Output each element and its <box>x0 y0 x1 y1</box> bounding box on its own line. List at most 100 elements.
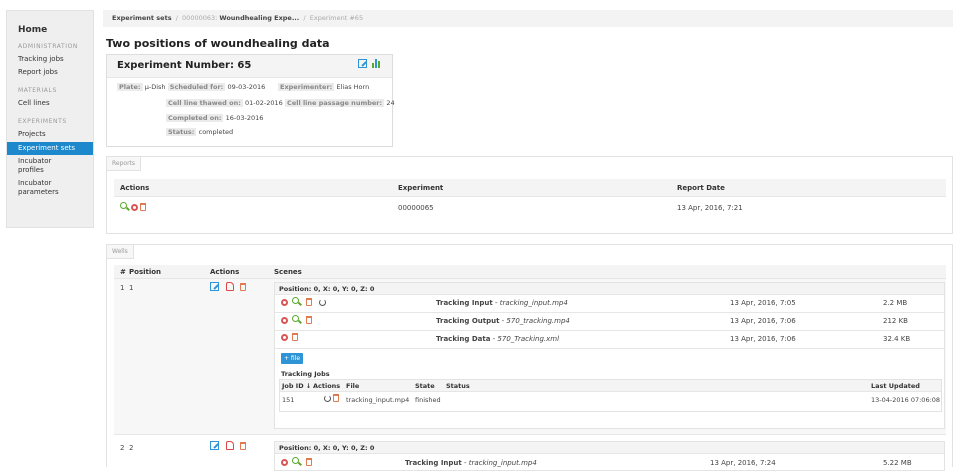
add-file-button[interactable]: + file <box>281 353 303 364</box>
report-row-experiment[interactable]: 00000065 <box>398 204 434 212</box>
wells-col-num: # <box>120 268 126 276</box>
file-type: Tracking Input <box>436 299 493 307</box>
completed-value: 16-03-2016 <box>225 114 264 122</box>
jobs-col-state: State <box>415 382 435 390</box>
refresh-icon[interactable] <box>324 395 331 402</box>
breadcrumb-set-link[interactable]: Woundhealing Expe... <box>219 14 299 22</box>
file-size: 5.22 MB <box>883 459 912 467</box>
sidebar-item-experiment-sets[interactable]: Experiment sets <box>7 142 93 155</box>
report-icon[interactable] <box>281 299 288 306</box>
sidebar-item-incubator-profiles[interactable]: Incubator profiles <box>7 155 93 177</box>
delete-icon[interactable] <box>333 394 340 402</box>
file-filename: 570_Tracking.xml <box>497 335 560 343</box>
divider <box>280 391 941 392</box>
wells-tab[interactable]: Wells <box>107 245 134 259</box>
report-row-date: 13 Apr, 2016, 7:21 <box>677 204 743 212</box>
delete-icon[interactable] <box>305 458 312 466</box>
well-1-position: 1 <box>129 284 134 292</box>
jobs-col-updated: Last Updated <box>871 382 920 390</box>
file-filename: tracking_input.mp4 <box>499 299 568 307</box>
view-icon[interactable] <box>292 457 301 466</box>
wells-panel: Wells # Position Actions Scenes 1 1 Posi… <box>106 244 953 471</box>
reports-col-actions: Actions <box>120 184 150 192</box>
report-icon[interactable] <box>281 459 288 466</box>
scene-box: Position: 0, X: 0, Y: 0, Z: 0 Tracking I… <box>274 282 945 429</box>
file-name[interactable]: Tracking Input - tracking_input.mp4 <box>405 459 537 467</box>
delete-icon[interactable] <box>305 298 312 306</box>
file-size: 212 KB <box>883 317 908 325</box>
sidebar-home-link[interactable]: Home <box>7 11 93 35</box>
jobs-col-file: File <box>346 382 360 390</box>
passage-value: 24 <box>386 99 395 107</box>
file-size: 32.4 KB <box>883 335 911 343</box>
job-file: tracking_input.mp4 <box>346 396 410 404</box>
file-type: Tracking Data <box>436 335 491 343</box>
well-2-actions <box>210 441 247 452</box>
refresh-icon[interactable] <box>318 299 326 306</box>
reports-col-experiment: Experiment <box>398 184 444 192</box>
view-icon[interactable] <box>120 202 129 211</box>
breadcrumb-experiment-sets[interactable]: Experiment sets <box>112 14 172 22</box>
delete-icon[interactable] <box>292 333 299 341</box>
divider <box>275 453 944 454</box>
jobs-col-id[interactable]: Job ID ↓ <box>282 382 311 390</box>
edit-icon[interactable] <box>210 282 219 291</box>
reports-col-date: Report Date <box>677 184 725 192</box>
breadcrumb-current: Experiment #65 <box>309 14 364 22</box>
status-row: Status: completed <box>166 128 233 136</box>
sidebar-item-incubator-parameters[interactable]: Incubator parameters <box>7 177 93 199</box>
report-icon[interactable] <box>131 204 139 211</box>
report-icon[interactable] <box>281 334 288 341</box>
thawed-label: Cell line thawed on: <box>166 99 243 107</box>
reports-panel: Reports Actions Experiment Report Date 0… <box>106 156 953 234</box>
delete-icon[interactable] <box>240 283 247 291</box>
thawed-row: Cell line thawed on: 01-02-2016 Cell lin… <box>166 99 395 107</box>
view-icon[interactable] <box>292 297 301 306</box>
file-separator: - <box>461 459 469 467</box>
sidebar-item-report-jobs[interactable]: Report jobs <box>7 66 93 79</box>
experiment-card-actions <box>357 58 382 70</box>
file-name[interactable]: Tracking Data - 570_Tracking.xml <box>436 335 559 343</box>
file-actions <box>281 315 312 326</box>
delete-icon[interactable] <box>240 442 247 450</box>
scheduled-label: Scheduled for: <box>167 83 226 91</box>
well-2-position: 2 <box>129 444 134 452</box>
plate-label: Plate: <box>117 83 143 91</box>
divider <box>275 330 944 331</box>
completed-row: Completed on: 16-03-2016 <box>166 114 263 122</box>
completed-label: Completed on: <box>166 114 224 122</box>
delete-icon[interactable] <box>140 203 147 211</box>
scene-header <box>275 283 944 294</box>
divider <box>275 312 944 313</box>
scene-title: Position: 0, X: 0, Y: 0, Z: 0 <box>279 444 375 452</box>
view-icon[interactable] <box>292 315 301 324</box>
bar-chart-icon[interactable] <box>372 58 382 68</box>
thumbs-down-icon[interactable] <box>225 441 234 450</box>
sidebar-item-cell-lines[interactable]: Cell lines <box>7 97 93 110</box>
sidebar-item-tracking-jobs[interactable]: Tracking jobs <box>7 53 93 66</box>
experiment-card: Experiment Number: 65 Plate: µ-Dish Sche… <box>106 54 395 147</box>
file-filename: 570_tracking.mp4 <box>506 317 570 325</box>
thumbs-down-icon[interactable] <box>225 282 234 291</box>
file-filename: tracking_input.mp4 <box>468 459 537 467</box>
file-type: Tracking Input <box>405 459 462 467</box>
scene-header <box>275 442 944 453</box>
file-date: 13 Apr, 2016, 7:06 <box>730 317 796 325</box>
report-icon[interactable] <box>281 317 288 324</box>
file-name[interactable]: Tracking Input - tracking_input.mp4 <box>436 299 568 307</box>
job-actions <box>324 394 340 404</box>
file-separator: - <box>492 299 500 307</box>
file-date: 13 Apr, 2016, 7:06 <box>730 335 796 343</box>
file-size: 2.2 MB <box>883 299 908 307</box>
tracking-jobs-header <box>280 380 941 391</box>
experiment-plate-row: Plate: µ-Dish Scheduled for: 09-03-2016 <box>117 83 265 91</box>
reports-tab[interactable]: Reports <box>107 157 142 171</box>
edit-icon[interactable] <box>357 59 367 68</box>
breadcrumb-separator: / <box>175 14 178 22</box>
well-1-actions <box>210 282 247 293</box>
breadcrumb: Experiment sets / 00000063: Woundhealing… <box>103 10 953 27</box>
edit-icon[interactable] <box>210 441 219 450</box>
delete-icon[interactable] <box>305 316 312 324</box>
sidebar-item-projects[interactable]: Projects <box>7 128 93 141</box>
file-name[interactable]: Tracking Output - 570_tracking.mp4 <box>436 317 570 325</box>
